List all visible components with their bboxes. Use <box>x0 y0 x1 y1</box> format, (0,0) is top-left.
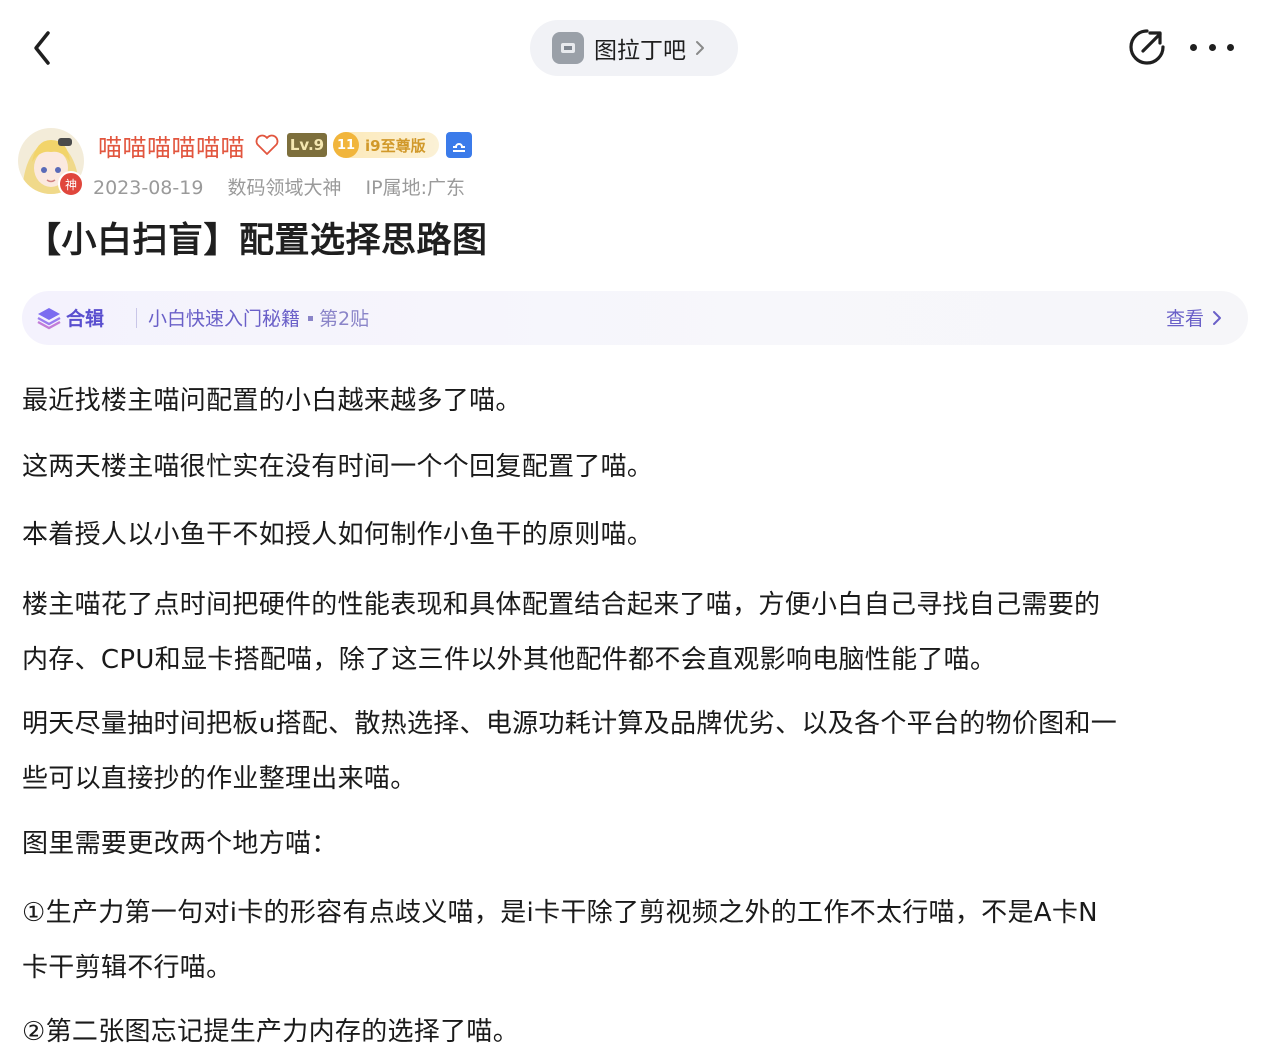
body-line: 本着授人以小鱼干不如授人如何制作小鱼干的原则喵。 <box>22 520 654 550</box>
collection-view-button[interactable]: 查看 <box>1166 304 1222 331</box>
ip-location: IP属地:广东 <box>365 177 465 199</box>
body-line: 明天尽量抽时间把板u搭配、散热选择、电源功耗计算及品牌优劣、以及各个平台的物价图… <box>22 709 1118 739</box>
vip-badge[interactable]: 11 i9至尊版 <box>333 132 439 158</box>
chevron-right-icon <box>1213 310 1221 325</box>
body-line: 卡干剪辑不行喵。 <box>22 953 233 983</box>
back-arrow-icon <box>34 31 50 65</box>
post-meta: 2023-08-19 数码领域大神 IP属地:广东 <box>93 173 483 200</box>
share-button[interactable] <box>1126 26 1168 68</box>
post-date: 2023-08-19 <box>93 177 204 199</box>
body-line: ①生产力第一句对i卡的形容有点歧义喵，是i卡干除了剪视频之外的工作不太行喵，不是… <box>22 898 1098 928</box>
avatar-badge: 神 <box>58 171 84 197</box>
back-button[interactable] <box>24 24 64 72</box>
more-dot-icon <box>1190 43 1197 51</box>
body-line: ②第二张图忘记提生产力内存的选择了喵。 <box>22 1017 520 1047</box>
vip-coin-icon: 11 <box>333 132 359 158</box>
post-title: 【小白扫盲】配置选择思路图 <box>26 221 488 261</box>
author-title: 数码领域大神 <box>227 177 342 199</box>
body-line: 内存、CPU和显卡搭配喵，除了这三件以外其他配件都不会直观影响电脑性能了喵。 <box>22 645 997 675</box>
collection-name: 小白快速入门秘籍 <box>148 308 301 330</box>
body-line: 最近找楼主喵问配置的小白越来越多了喵。 <box>22 386 522 416</box>
collection-index: 第2贴 <box>319 308 370 330</box>
author-name[interactable]: 喵喵喵喵喵喵 <box>98 128 245 163</box>
collection-label: 合辑 <box>66 308 105 330</box>
view-label: 查看 <box>1165 308 1204 330</box>
forum-avatar-icon <box>552 32 584 64</box>
top-nav: 图拉丁吧 <box>0 0 1269 96</box>
body-line: 图里需要更改两个地方喵： <box>22 829 338 859</box>
post-page: 图拉丁吧 神 喵喵喵喵喵喵 Lv.9 11 i9至尊版 2023-08-19 数… <box>0 0 1269 1058</box>
share-icon <box>1129 29 1165 65</box>
more-options-button[interactable] <box>1190 36 1234 58</box>
more-dot-icon <box>1208 43 1216 51</box>
separator-dot <box>308 316 314 321</box>
forum-link[interactable]: 图拉丁吧 <box>530 20 738 76</box>
libra-icon <box>446 132 472 158</box>
body-line: 楼主喵花了点时间把硬件的性能表现和具体配置结合起来了喵，方便小白自己寻找自己需要… <box>22 590 1101 620</box>
collection-bar[interactable]: 合辑 小白快速入门秘籍 第2贴 查看 <box>22 291 1248 345</box>
forum-name: 图拉丁吧 <box>594 38 686 64</box>
body-line: 些可以直接抄的作业整理出来喵。 <box>22 764 417 794</box>
body-line: 这两天楼主喵很忙实在没有时间一个个回复配置了喵。 <box>22 452 654 482</box>
vip-label: i9至尊版 <box>365 137 426 155</box>
more-dot-icon <box>1227 43 1234 51</box>
heart-icon <box>255 134 279 155</box>
level-badge: Lv.9 <box>287 133 327 157</box>
collection-name-row: 小白快速入门秘籍 第2贴 <box>128 304 369 331</box>
chevron-right-icon <box>696 41 704 55</box>
layers-icon <box>37 308 61 330</box>
